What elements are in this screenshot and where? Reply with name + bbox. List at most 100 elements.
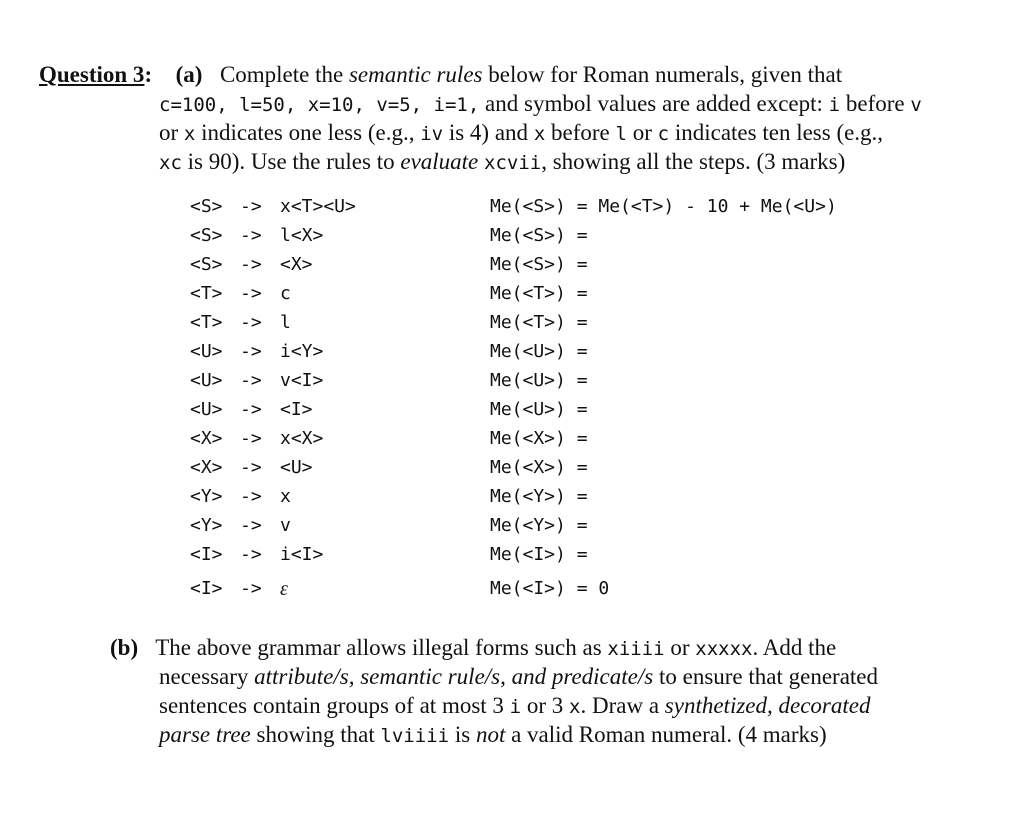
text: . Add the [752,635,837,660]
text: is 4) and [443,120,534,145]
production-arrow: -> [240,515,262,536]
production-rhs: <U> [280,457,313,478]
text: Complete the [219,62,349,87]
semantic-rule: Me(<S>) = [490,225,588,246]
text: or [159,120,184,145]
production-arrow: -> [240,486,262,507]
code: i [509,696,522,718]
production-lhs: <S> [190,196,223,217]
production-arrow: -> [240,225,262,246]
semantic-rule: Me(<Y>) = [490,486,588,507]
text: is [449,722,476,747]
production-arrow: -> [240,283,262,304]
production-arrow: -> [240,341,262,362]
production-rhs: l [280,312,291,333]
text: showing that [250,722,381,747]
production-lhs: <S> [190,254,223,275]
production-arrow: -> [240,428,262,449]
semantic-rule: Me(<Y>) = [490,515,588,536]
production-rhs: l<X> [280,225,324,246]
text: The above grammar allows illegal forms s… [155,635,608,660]
part-b-line-2: necessary attribute/s, semantic rule/s, … [159,662,878,691]
text: before [840,91,911,116]
text: a valid Roman numeral. (4 marks) [505,722,827,747]
code: x [533,123,546,145]
code: c [657,123,670,145]
production-lhs: <U> [190,370,223,391]
production-rhs: <I> [280,399,313,420]
production-arrow: -> [240,370,262,391]
text: and symbol values are added except: [479,91,829,116]
production-arrow: -> [240,457,262,478]
emphasis: synthetized, decorated [664,693,871,718]
production-lhs: <S> [190,225,223,246]
code: x [569,696,581,718]
semantic-rule: Me(<I>) = 0 [490,578,610,599]
code: l [615,123,627,145]
text: is 90). Use the rules to [181,149,401,174]
semantic-rule: Me(<U>) = [490,399,588,420]
production-rhs: c [280,283,291,304]
part-a-line-2: c=100, l=50, x=10, v=5, i=1, and symbol … [159,89,922,120]
text: before [545,120,616,145]
production-lhs: <I> [190,544,223,565]
production-lhs: <U> [190,399,223,420]
production-arrow: -> [240,544,262,565]
text: , showing all the steps. (3 marks) [541,149,846,174]
production-arrow: -> [240,254,262,275]
code: i [828,94,841,116]
semantic-rule: Me(<X>) = [490,428,588,449]
text: or [664,635,696,660]
production-rhs: x [280,486,291,507]
text: indicates one less (e.g., [195,120,421,145]
production-lhs: <T> [190,283,223,304]
production-arrow: -> [240,312,262,333]
production-rhs: i<I> [280,544,324,565]
production-rhs: v<I> [280,370,324,391]
part-b-label: (b) [110,635,139,660]
text: or [626,120,658,145]
emphasis: semantic rules [348,62,483,87]
semantic-rule: Me(<T>) = [490,283,588,304]
emphasis: evaluate [400,149,479,174]
part-a-line-3: or x indicates one less (e.g., iv is 4) … [159,118,883,149]
part-a-label: (a) [175,62,203,87]
production-arrow: -> [240,578,262,599]
semantic-rule: Me(<T>) = [490,312,588,333]
semantic-rule: Me(<U>) = [490,370,588,391]
semantic-rule: Me(<I>) = [490,544,588,565]
code: iv [420,123,444,145]
production-rhs: v [280,515,291,536]
text: . Draw a [580,693,665,718]
text: or 3 [521,693,570,718]
text: indicates ten less (e.g., [669,120,884,145]
text: necessary [159,664,255,689]
emphasis: attribute/s, semantic rule/s, and predic… [254,664,654,689]
production-lhs: <U> [190,341,223,362]
text: below for Roman numerals, given that [482,62,843,87]
code: c=100, l=50, x=10, v=5, i=1, [159,94,480,116]
production-rhs: ε [280,578,288,600]
production-lhs: <X> [190,428,223,449]
code: x [183,123,196,145]
question-label: Question 3 [39,62,145,87]
emphasis: not [475,722,506,747]
production-arrow: -> [240,399,262,420]
production-rhs: <X> [280,254,313,275]
question-colon: : [144,62,153,87]
code: lviiii [380,725,450,747]
production-arrow: -> [240,196,262,217]
part-b-line-4: parse tree showing that lviiii is not a … [159,720,827,751]
part-b-line-3: sentences contain groups of at most 3 i … [159,691,870,722]
code: xxxxx [695,638,753,660]
semantic-rule: Me(<U>) = [490,341,588,362]
code: xcvii [484,152,542,174]
text: to ensure that generated [653,664,879,689]
part-a-line-1: Question 3: (a) Complete the semantic ru… [39,60,951,89]
part-a-line-4: xc is 90). Use the rules to evaluate xcv… [159,147,845,178]
semantic-rule: Me(<S>) = [490,254,588,275]
production-rhs: x<X> [280,428,324,449]
code: xc [159,152,182,174]
part-b-line-1: (b) The above grammar allows illegal for… [110,633,836,664]
code: xiiii [607,638,665,660]
